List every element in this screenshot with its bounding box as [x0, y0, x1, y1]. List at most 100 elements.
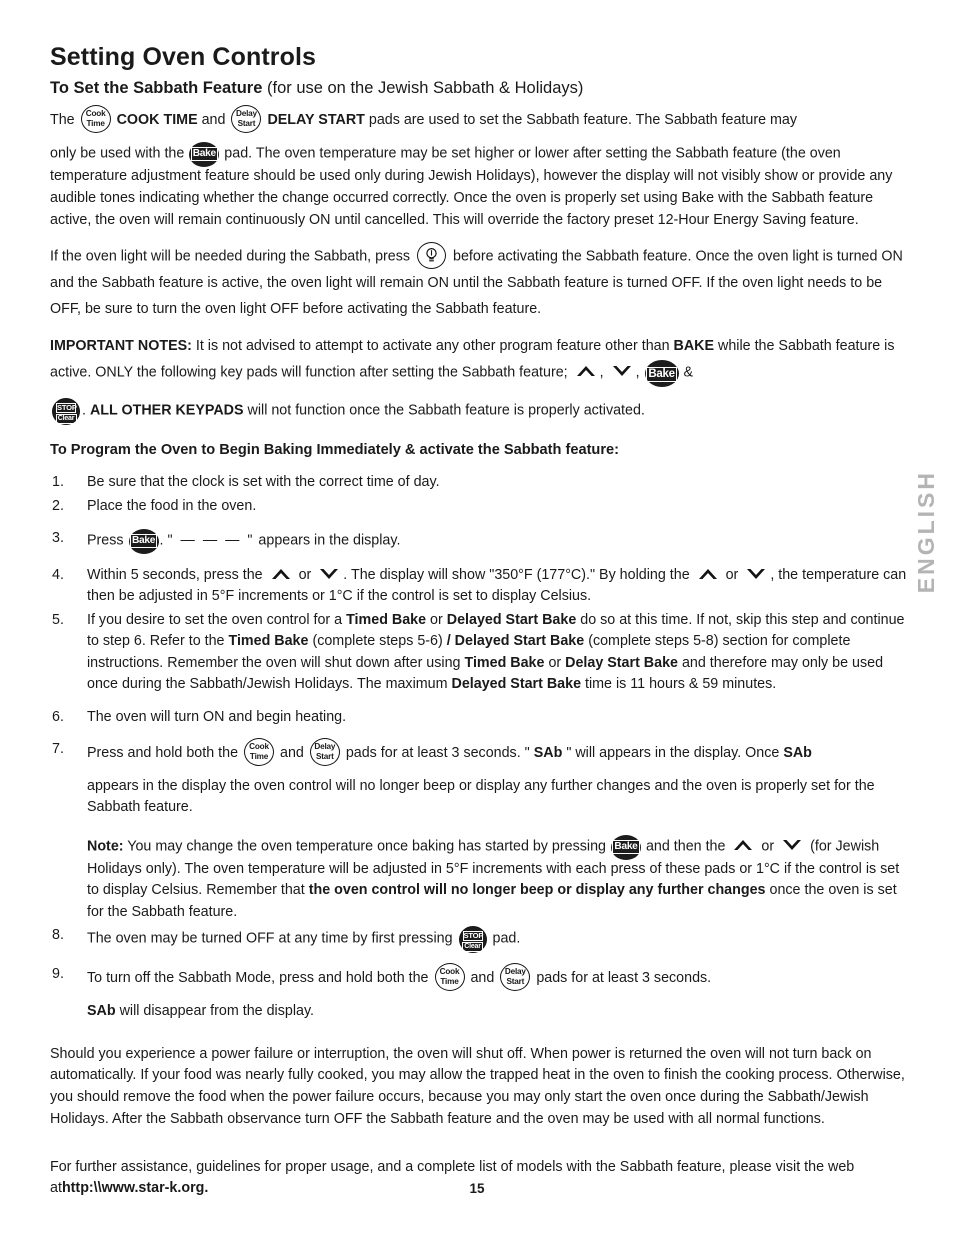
intro-p1-text-a: The: [50, 112, 75, 129]
step-text-a: Within 5 seconds, press the: [87, 566, 263, 583]
step-7-continuation: appears in the display the oven control …: [87, 778, 875, 816]
step-number: 9.: [52, 966, 64, 983]
important-notes-paragraph: IMPORTANT NOTES: It is not advised to at…: [50, 333, 908, 387]
step-text-pre: Press: [87, 532, 124, 549]
chevron-up-icon: [732, 837, 754, 853]
step-item-9: 9. To turn off the Sabbath Mode, press a…: [50, 963, 908, 1022]
intro-p2-text-a: only be used with the: [50, 145, 185, 162]
step-text-d: " will appears in the display. Once: [566, 744, 780, 761]
step-number: 1.: [52, 474, 64, 491]
step-text-a: The oven may be turned OFF at any time b…: [87, 930, 453, 947]
all-other-keypads-bold: ALL OTHER KEYPADS: [89, 401, 244, 418]
chevron-up-icon: [575, 363, 597, 379]
step-number: 2.: [52, 497, 64, 514]
step-text-d: or: [725, 566, 739, 583]
page-number: 15: [469, 1181, 485, 1196]
step-5-text-run: If you desire to set the oven control fo…: [87, 611, 347, 628]
program-section-heading: To Program the Oven to Begin Baking Imme…: [50, 441, 620, 458]
step-text-b: pad.: [492, 930, 521, 947]
note-text-a: You may change the oven temperature once…: [127, 838, 606, 855]
intro-p1-cook-time-label: COOK TIME: [116, 112, 198, 129]
document-page: ENGLISH Setting Oven Controls To Set the…: [0, 0, 954, 1239]
subtitle-light-part: (for use on the Jewish Sabbath & Holiday…: [266, 78, 584, 97]
step-item-8: 8. The oven may be turned OFF at any tim…: [50, 925, 908, 954]
step-5-bold-run: Delayed Start Bake: [451, 676, 582, 693]
step-5-text-run: (complete steps 5-6): [308, 633, 447, 650]
step-5-bold-run: Timed Bake: [464, 654, 545, 671]
delay-start-pad-icon: Delay Start: [231, 105, 262, 134]
delay-start-line2: Start: [316, 752, 334, 762]
step-text-b: or: [298, 566, 312, 583]
note-text-b: and then the: [645, 838, 726, 855]
step-text: The oven will turn ON and begin heating.: [87, 708, 347, 725]
stop-clear-line2: Clear: [55, 413, 77, 424]
cook-time-pad-icon: Cook Time: [434, 963, 465, 992]
intro-p1-text-e: pads are used to set the Sabbath feature…: [368, 112, 798, 129]
subtitle-bold-part: To Set the Sabbath Feature: [50, 78, 263, 97]
step-item-4: 4. Within 5 seconds, press the or . The …: [50, 565, 908, 608]
chevron-down-icon: [611, 363, 633, 379]
chevron-up-icon: [270, 566, 292, 582]
bake-pad-label: Bake: [129, 533, 158, 548]
step-text-c: pads for at least 3 seconds.: [536, 970, 712, 986]
bake-pad-label: Bake: [612, 839, 640, 854]
bake-pad-icon: Bake: [189, 142, 220, 168]
step-number: 5.: [52, 611, 64, 628]
step-item-5: 5. If you desire to set the oven control…: [50, 610, 908, 696]
note-label: Note:: [87, 838, 124, 855]
important-notes-ampersand: &: [683, 363, 694, 380]
cook-time-line1: Cook: [249, 742, 269, 752]
step-text-b: and: [470, 970, 495, 986]
step-text-c: . The display will show "350°F (177°C)."…: [343, 566, 690, 583]
stop-clear-line1: STOP: [462, 931, 484, 942]
chevron-down-icon: [318, 566, 340, 582]
step-item-3: 3. Press Bake . " — — — " appears in the…: [50, 528, 908, 554]
step-text-d: will disappear from the display.: [119, 1003, 315, 1020]
step-5-text-run: or: [544, 654, 566, 671]
step-text-a: To turn off the Sabbath Mode, press and …: [87, 970, 429, 986]
bake-pad-icon: Bake: [644, 359, 679, 387]
step-item-7: 7. Press and hold both the Cook Time and…: [50, 738, 908, 819]
intro-paragraph-1: The Cook Time COOK TIME and Delay Start …: [50, 105, 908, 134]
power-failure-paragraph: Should you experience a power failure or…: [50, 1045, 905, 1127]
step-5-text-run: or: [426, 611, 447, 628]
bake-pad-label: Bake: [190, 147, 218, 162]
stop-clear-pad-icon: STOP Clear: [52, 397, 80, 425]
sab-display-code: SAb: [87, 1003, 116, 1020]
step-text: Place the food in the oven.: [87, 497, 257, 514]
cook-time-pad-icon: Cook Time: [80, 105, 111, 134]
step-9-continuation: SAb will disappear from the display.: [87, 1001, 908, 1022]
step-5-bold-run: Delay Start Bake: [565, 654, 678, 671]
intro-p1-text-c: and: [201, 112, 226, 129]
important-notes-paragraph-2: STOP Clear . ALL OTHER KEYPADS will not …: [50, 397, 908, 425]
step-text-a: Press and hold both the: [87, 744, 239, 761]
page-content: Setting Oven Controls To Set the Sabbath…: [50, 43, 908, 1199]
important-notes-text-c: will not function once the Sabbath featu…: [247, 401, 645, 418]
note-block: Note: You may change the oven temperatur…: [50, 834, 908, 923]
english-side-tab: ENGLISH: [913, 470, 939, 594]
intro-p1-delay-start-label: DELAY START: [267, 112, 365, 129]
program-steps-list: 1. Be sure that the clock is set with th…: [50, 472, 908, 1023]
cook-time-line1: Cook: [439, 967, 460, 977]
delay-start-line1: Delay: [504, 967, 526, 977]
step-text-c: pads for at least 3 seconds. ": [345, 744, 530, 761]
delay-start-line1: Delay: [236, 109, 257, 119]
step-text-b: and: [280, 744, 304, 761]
note-text-bold: the oven control will no longer beep or …: [308, 882, 766, 899]
step-item-2: 2. Place the food in the oven.: [50, 496, 908, 517]
step-5-bold-run: Timed Bake: [228, 633, 309, 650]
delay-start-pad-icon: Delay Start: [309, 738, 340, 767]
chevron-down-icon: [781, 837, 803, 853]
step-text-post: appears in the display.: [258, 532, 401, 549]
important-notes-bake-word: BAKE: [673, 337, 715, 354]
intro-paragraph-3: If the oven light will be needed during …: [50, 241, 908, 322]
step-5-rich-text: If you desire to set the oven control fo…: [87, 612, 905, 692]
intro-p3-text-a: If the oven light will be needed during …: [50, 247, 411, 264]
bake-pad-icon: Bake: [610, 834, 641, 860]
note-text-c: or: [761, 838, 775, 855]
cook-time-line2: Time: [86, 119, 105, 129]
step-number: 4.: [52, 566, 64, 583]
step-item-6: 6. The oven will turn ON and begin heati…: [50, 707, 908, 728]
stop-clear-line1: STOP: [56, 402, 77, 413]
step-item-1: 1. Be sure that the clock is set with th…: [50, 472, 908, 493]
